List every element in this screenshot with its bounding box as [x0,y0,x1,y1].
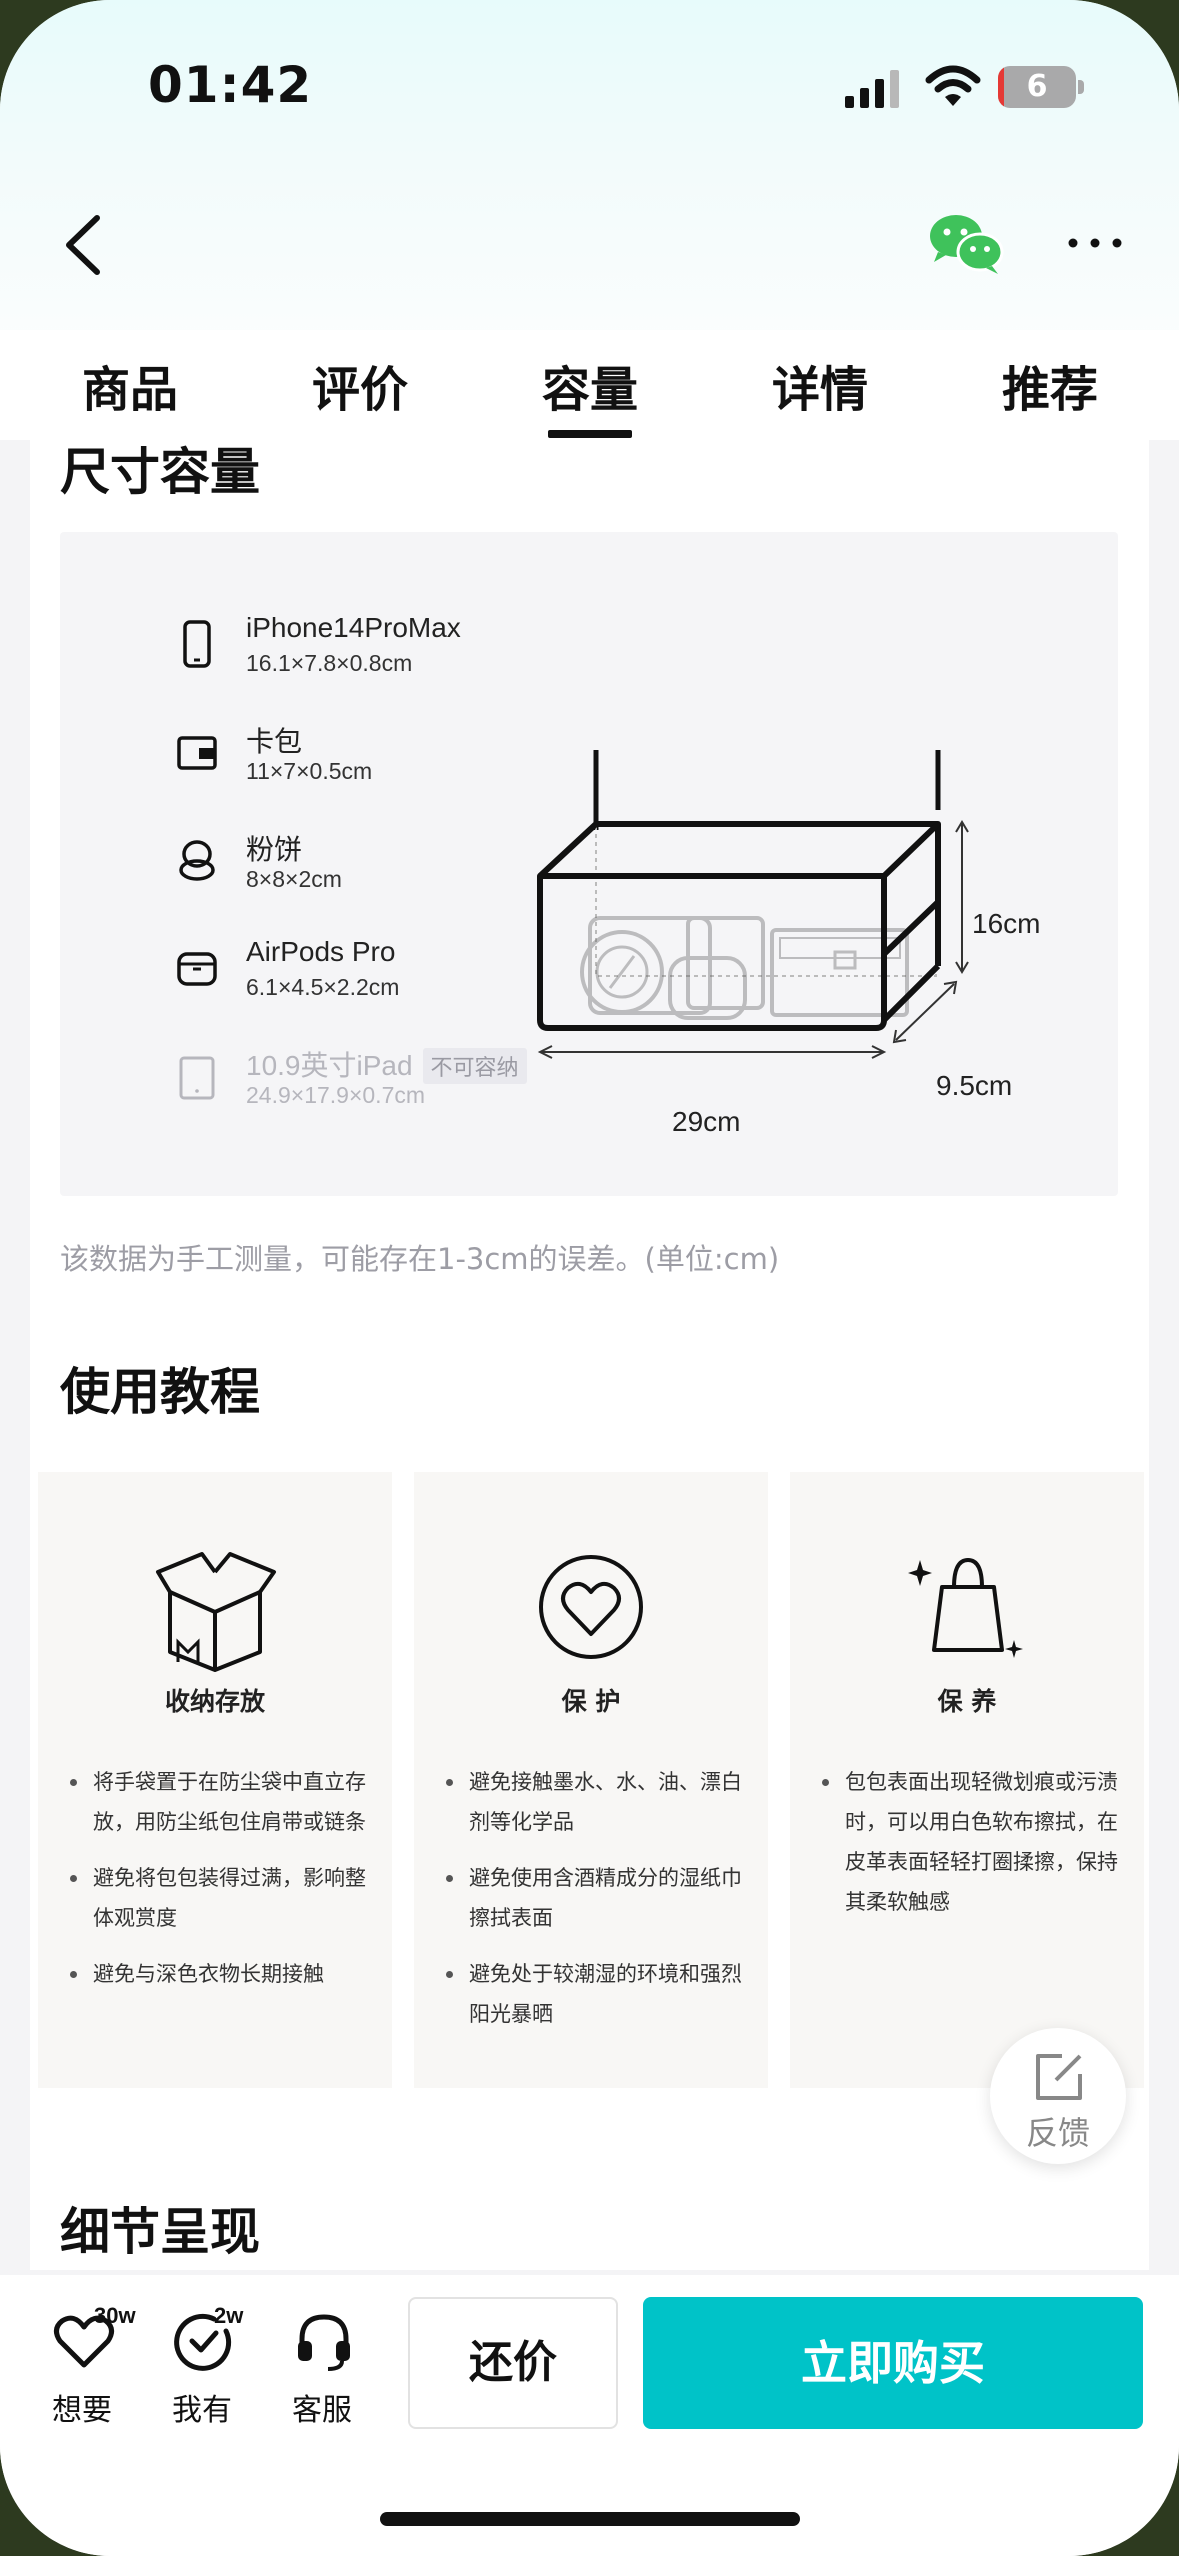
want-label: 想要 [52,2393,112,2428]
tablet-icon [179,1056,215,1100]
tab-details[interactable]: 详情 [740,350,900,420]
capacity-section-title: 尺寸容量 [60,443,260,501]
phone-icon [183,620,211,668]
item-name: AirPods Pro [246,936,396,967]
feedback-button[interactable]: 反馈 [990,2028,1126,2164]
customer-service-label: 客服 [292,2393,352,2428]
navigation-bar [0,190,1179,300]
tutorial-points: 包包表面出现轻微划痕或污渍时，可以用白色软布擦拭，在皮革表面轻轻打圈揉擦，保持其… [820,1762,1120,1938]
item-size: 24.9×17.9×0.7cm [246,1082,426,1108]
active-tab-indicator [548,430,632,438]
feedback-label: 反馈 [1025,2114,1090,2152]
wechat-share-icon[interactable] [928,212,1004,276]
compact-powder-icon [179,840,215,881]
width-label: 29cm [672,1106,741,1137]
tab-goods[interactable]: 商品 [50,350,210,420]
tutorial-section-title: 使用教程 [60,1363,260,1421]
tab-reviews[interactable]: 评价 [280,350,440,420]
tutorial-point: 避免与深色衣物长期接触 [68,1954,368,1994]
capacity-item: 卡包 11×7×0.5cm [120,726,540,816]
feedback-edit-icon [1036,2054,1082,2100]
measurement-note: 该数据为手工测量，可能存在1-3cm的误差。(单位:cm) [60,1242,780,1276]
back-arrow-icon[interactable] [55,210,115,280]
own-count: 2w [214,2303,244,2328]
tutorial-points: 将手袋置于在防尘袋中直立存放，用防尘纸包住肩带或链条 避免将包包装得过满，影响整… [68,1762,368,2010]
capacity-item: AirPods Pro 6.1×4.5×2.2cm [120,936,540,1032]
depth-label: 9.5cm [936,1070,1013,1101]
capacity-item-unfit: 10.9英寸iPad 不可容纳 24.9×17.9×0.7cm [120,1048,540,1140]
tutorial-point: 包包表面出现轻微划痕或污渍时，可以用白色软布擦拭，在皮革表面轻轻打圈揉擦，保持其… [820,1762,1120,1922]
capacity-item: 粉饼 8×8×2cm [120,834,540,924]
more-dots-icon[interactable] [1065,228,1125,258]
own-label: 我有 [172,2393,232,2428]
tutorial-point: 避免将包包装得过满，影响整体观赏度 [68,1858,368,1938]
storage-box-icon [156,1552,276,1672]
want-count: 30w [94,2303,136,2328]
details-section-title: 细节呈现 [60,2203,260,2261]
tab-recommend[interactable]: 推荐 [970,350,1130,420]
tutorial-card-protect: 保 护 避免接触墨水、水、油、漂白剂等化学品 避免使用含酒精成分的湿纸巾擦拭表面… [414,1472,768,2088]
buy-now-button[interactable]: 立即购买 [643,2297,1143,2429]
tutorial-card-title: 收纳存放 [164,1687,265,1716]
bag-contents [580,916,909,1020]
item-size: 16.1×7.8×0.8cm [246,650,413,676]
tutorial-point: 避免接触墨水、水、油、漂白剂等化学品 [444,1762,744,1842]
item-name: iPhone14ProMax [246,612,461,643]
item-size: 11×7×0.5cm [246,758,373,784]
status-bar: 01:42 6 [0,0,1179,170]
item-size: 8×8×2cm [246,866,342,892]
headset-icon [298,2314,350,2371]
battery-icon: 6 [998,66,1084,108]
tutorial-card-care: 保 养 包包表面出现轻微划痕或污渍时，可以用白色软布擦拭，在皮革表面轻轻打圈揉擦… [790,1472,1144,2088]
capacity-item: iPhone14ProMax 16.1×7.8×0.8cm [120,612,540,708]
phone-screen: 01:42 6 商品 评价 容量 详情 推荐 尺寸容量 iPhone14ProM… [0,0,1179,2556]
tutorial-point: 避免使用含酒精成分的湿纸巾擦拭表面 [444,1858,744,1938]
item-size: 6.1×4.5×2.2cm [246,974,400,1000]
customer-service-button[interactable]: 客服 [272,2305,372,2428]
status-time: 01:42 [148,56,313,114]
wallet-icon [177,736,217,770]
signal-icon [845,70,899,108]
counter-offer-button[interactable]: 还价 [408,2297,618,2429]
tutorial-point: 避免处于较潮湿的环境和强烈阳光暴晒 [444,1954,744,2034]
tutorial-card-title: 保 护 [561,1687,621,1716]
item-name: 10.9英寸iPad 不可容纳 [246,1044,527,1084]
own-button[interactable]: 2w 我有 [152,2303,252,2428]
item-name: 粉饼 [246,834,303,865]
tutorial-card-title: 保 养 [937,1687,997,1716]
item-name: 卡包 [246,726,303,757]
tutorial-card-storage: 收纳存放 将手袋置于在防尘袋中直立存放，用防尘纸包住肩带或链条 避免将包包装得过… [38,1472,392,2088]
heart-shield-icon [539,1555,643,1659]
tab-capacity[interactable]: 容量 [510,350,670,420]
tutorial-point: 将手袋置于在防尘袋中直立存放，用防尘纸包住肩带或链条 [68,1762,368,1842]
airpods-case-icon [177,952,217,986]
wifi-icon [925,65,981,106]
height-label: 16cm [972,908,1041,939]
section-tabs: 商品 评价 容量 详情 推荐 [0,330,1179,440]
want-button[interactable]: 30w 想要 [32,2303,136,2428]
tutorial-points: 避免接触墨水、水、油、漂白剂等化学品 避免使用含酒精成分的湿纸巾擦拭表面 避免处… [444,1762,744,2050]
home-indicator [380,2512,800,2526]
sparkle-bag-icon [908,1557,1023,1658]
battery-level-text: 6 [1026,69,1048,104]
